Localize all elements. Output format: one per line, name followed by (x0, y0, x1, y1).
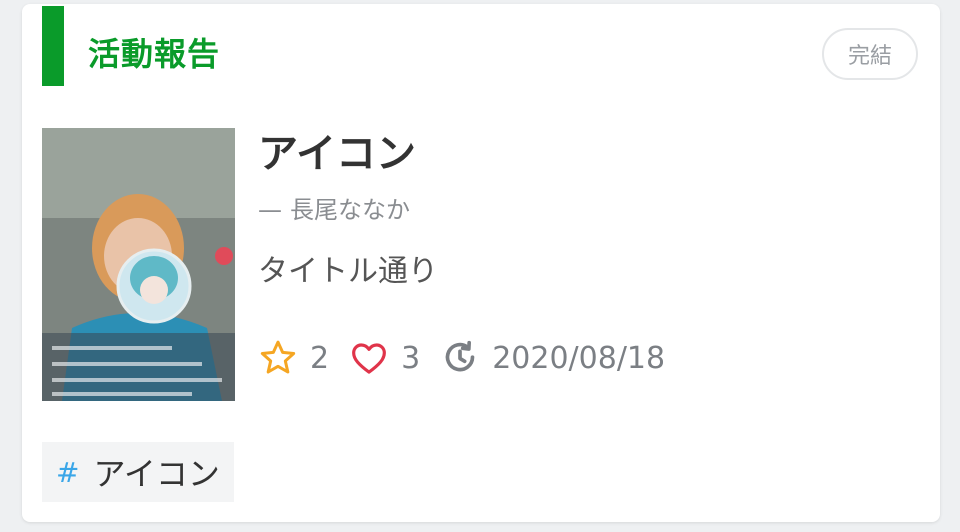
work-thumbnail[interactable] (42, 128, 235, 401)
heart-icon (352, 343, 387, 374)
tag-chip[interactable]: # アイコン (42, 442, 234, 502)
updated-stat: 2020/08/18 (440, 338, 665, 378)
thumbnail-photo-icon (42, 128, 235, 401)
star-stat: 2 (258, 338, 329, 378)
section-accent-bar (42, 6, 64, 86)
update-clock-icon (445, 340, 475, 372)
activity-report-card[interactable]: 活動報告 完結 アイコン — 長尾ななか タイトル通り 2 3 2020/08/… (22, 4, 940, 522)
stats-row: 2 3 2020/08/18 (258, 334, 685, 382)
author-dash: — (258, 196, 282, 224)
tag-label: アイコン (93, 455, 220, 493)
section-title: 活動報告 (88, 35, 221, 73)
work-description: タイトル通り (258, 254, 438, 289)
like-count: 3 (401, 340, 421, 376)
author-name[interactable]: 長尾ななか (290, 196, 410, 224)
updated-date: 2020/08/18 (492, 340, 666, 376)
like-stat: 3 (349, 338, 420, 378)
status-badge: 完結 (822, 28, 918, 80)
star-icon (260, 340, 296, 374)
star-count: 2 (310, 340, 330, 376)
work-title[interactable]: アイコン (258, 126, 416, 182)
hashtag-icon: # (56, 455, 80, 489)
author-line[interactable]: — 長尾ななか (258, 192, 410, 228)
